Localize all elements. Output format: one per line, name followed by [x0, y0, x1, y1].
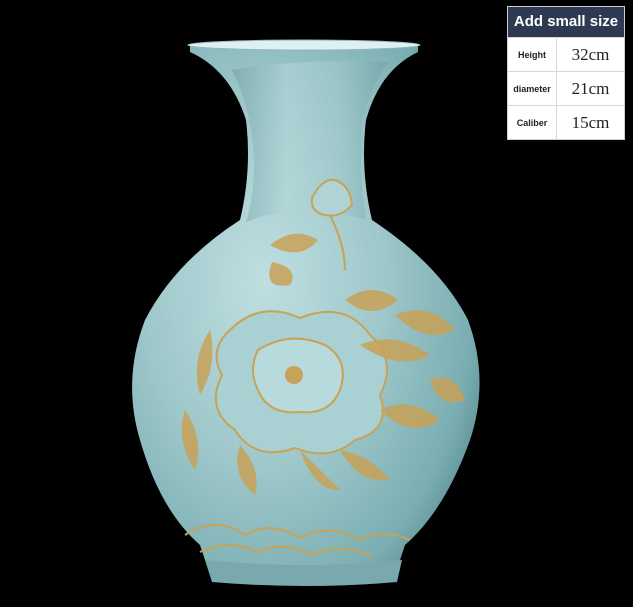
size-row-height: Height 32cm: [508, 37, 624, 71]
peony-flower: [214, 310, 388, 455]
size-label-height: Height: [508, 38, 557, 71]
size-label-diameter: diameter: [508, 72, 557, 105]
size-label-caliber: Caliber: [508, 106, 557, 139]
size-row-diameter: diameter 21cm: [508, 71, 624, 105]
size-value-diameter: 21cm: [571, 78, 610, 98]
size-row-caliber: Caliber 15cm: [508, 105, 624, 139]
size-panel-title: Add small size: [508, 7, 624, 37]
size-value-caliber: 15cm: [571, 112, 610, 132]
size-value-height: 32cm: [571, 44, 610, 64]
vase-rim: [187, 39, 421, 51]
size-info-panel: Add small size Height 32cm diameter 21cm…: [507, 6, 625, 140]
